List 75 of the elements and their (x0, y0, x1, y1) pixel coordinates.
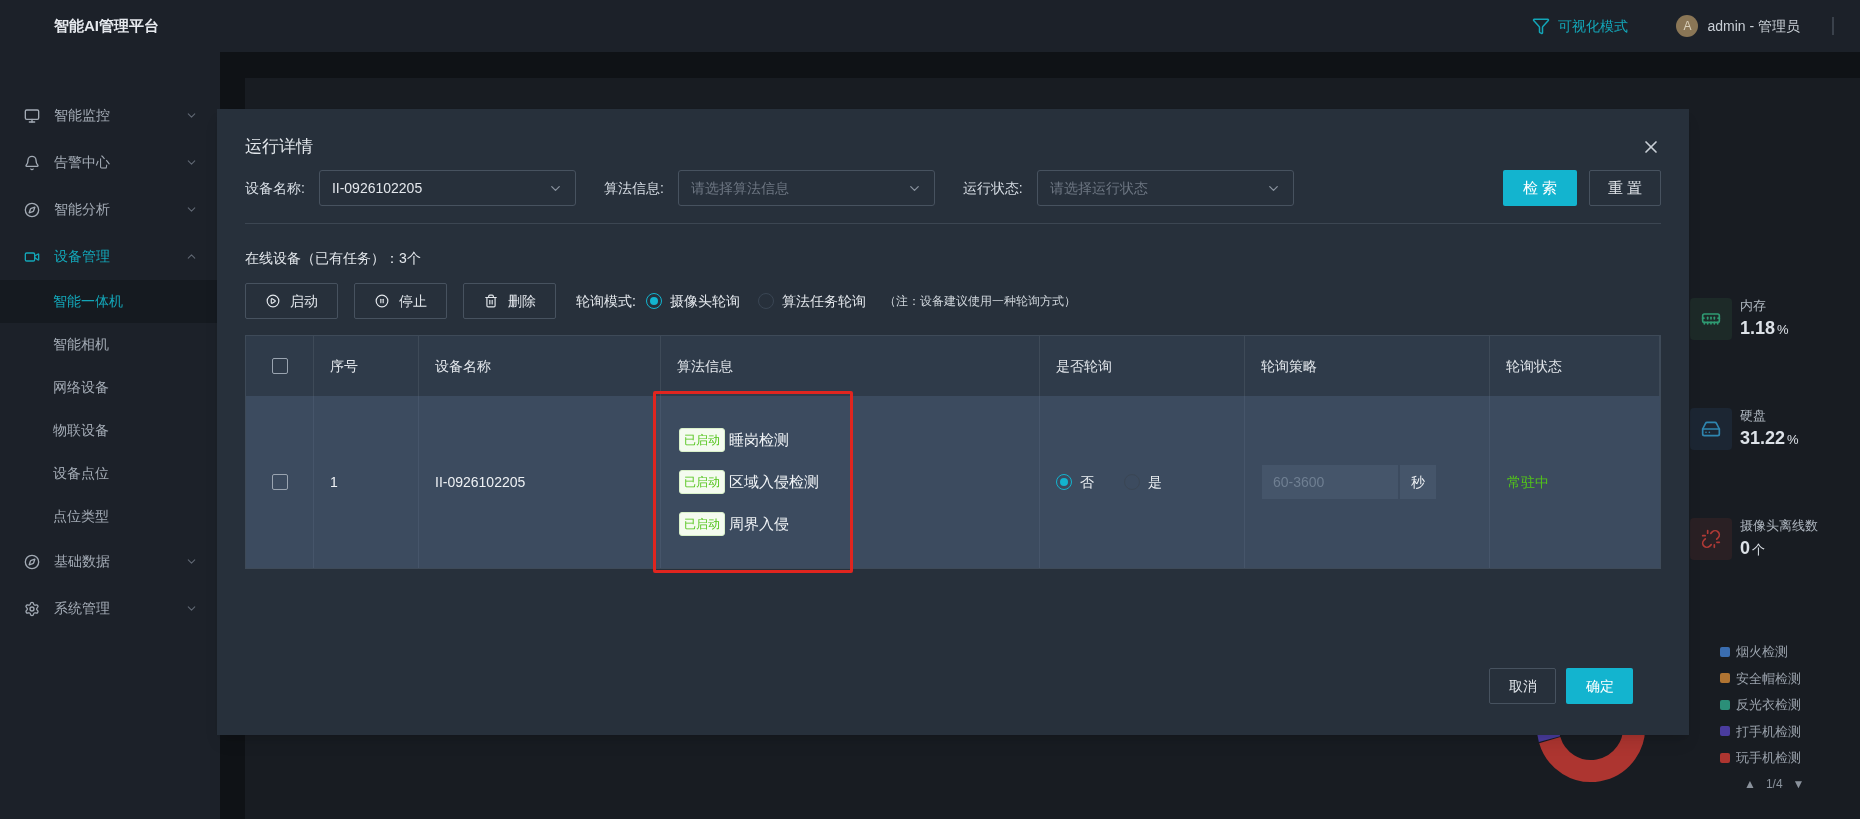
filter-label: 算法信息: (603, 178, 664, 198)
monitor-icon (24, 107, 40, 124)
visual-mode-link[interactable]: 可视化模式 (1532, 15, 1629, 37)
bell-icon (24, 154, 40, 171)
column-header: 序号 (330, 356, 358, 376)
checkbox[interactable] (271, 358, 288, 374)
table-cell-text: 1 (330, 472, 338, 492)
filter-select[interactable]: II-0926102205 (318, 170, 576, 206)
table-cell-text: II-0926102205 (435, 472, 526, 492)
compass-icon (24, 553, 40, 570)
status-tag: 已启动 (679, 428, 725, 452)
unit-addon: 秒 (1400, 465, 1436, 499)
play-icon (265, 294, 280, 308)
radio-label: 算法任务轮询 (781, 291, 866, 311)
sidebar-subitem[interactable]: 智能一体机 (0, 280, 220, 323)
settings-icon (24, 600, 40, 617)
column-header: 设备名称 (435, 356, 491, 376)
action-button[interactable]: 删除 (463, 283, 556, 319)
sidebar-item[interactable]: 智能分析 (0, 186, 220, 233)
online-device-summary: 在线设备（已有任务）：3个 (245, 249, 422, 268)
legend-label: 打手机检测 (1736, 722, 1801, 741)
sidebar-subitem[interactable]: 点位类型 (0, 495, 220, 538)
sidebar-item[interactable]: 告警中心 (0, 139, 220, 186)
user-name[interactable]: admin - 管理员 (1707, 15, 1800, 37)
sidebar-subitem[interactable]: 智能相机 (0, 323, 220, 366)
radio-label: 否 (1080, 472, 1094, 492)
poll-mode-label: 轮询模式: (576, 291, 636, 311)
action-button[interactable]: 启动 (245, 283, 338, 319)
cancel-button[interactable]: 取消 (1489, 668, 1556, 704)
sidebar-item[interactable]: 设备管理 (0, 233, 220, 280)
legend-label: 安全帽检测 (1736, 669, 1801, 688)
filter-label: 运行状态: (962, 178, 1023, 198)
trash-icon (483, 294, 498, 308)
algorithm-name: 睡岗检测 (729, 429, 789, 450)
sidebar-subitem[interactable]: 物联设备 (0, 409, 220, 452)
sidebar-subitem[interactable]: 设备点位 (0, 452, 220, 495)
stat-value: 31.22% (1740, 427, 1799, 451)
column-header: 是否轮询 (1056, 356, 1112, 376)
stat-value: 1.18% (1740, 317, 1789, 341)
action-button[interactable]: 停止 (354, 283, 447, 319)
legend-label: 反光衣检测 (1736, 696, 1801, 714)
radio-label: 摄像头轮询 (669, 291, 740, 311)
app-title: 智能AI管理平台 (54, 15, 159, 36)
poll-status: 常驻中 (1507, 472, 1549, 492)
sidebar-item[interactable]: 智能监控 (0, 92, 220, 139)
stat-label: 摄像头离线数 (1740, 516, 1818, 535)
pause-icon (374, 294, 389, 308)
reset-button[interactable]: 重 置 (1589, 170, 1661, 206)
radio-label: 是 (1148, 472, 1162, 492)
status-tag: 已启动 (679, 470, 725, 494)
legend-label: 烟火检测 (1736, 643, 1788, 661)
status-tag: 已启动 (679, 512, 725, 536)
stat-label: 硬盘 (1740, 406, 1767, 425)
unlink-icon (1701, 529, 1721, 549)
sidebar-item[interactable]: 系统管理 (0, 585, 220, 632)
legend-label: 玩手机检测 (1736, 749, 1801, 767)
poll-mode-note: （注：设备建议使用一种轮询方式） (883, 293, 1076, 310)
funnel-icon (1532, 17, 1551, 35)
sidebar-item[interactable]: 基础数据 (0, 538, 220, 585)
stat-value: 0个 (1740, 537, 1766, 561)
page-indicator: 1/4 (1765, 775, 1783, 793)
compass-icon (24, 201, 40, 218)
column-header: 轮询策略 (1261, 356, 1317, 376)
stat-label: 内存 (1740, 296, 1767, 315)
avatar: A (1676, 15, 1699, 37)
previous-page-button[interactable]: ▲ (1744, 774, 1756, 793)
checkbox[interactable] (271, 474, 288, 490)
filter-label: 设备名称: (245, 178, 305, 198)
column-header: 轮询状态 (1506, 356, 1562, 376)
column-header: 算法信息 (677, 356, 733, 376)
next-page-button[interactable]: ▼ (1792, 774, 1805, 793)
algorithm-name: 周界入侵 (729, 513, 789, 534)
dialog-title: 运行详情 (245, 136, 313, 159)
algorithm-name: 区域入侵检测 (729, 471, 819, 492)
sidebar-subitem[interactable]: 网络设备 (0, 366, 220, 409)
